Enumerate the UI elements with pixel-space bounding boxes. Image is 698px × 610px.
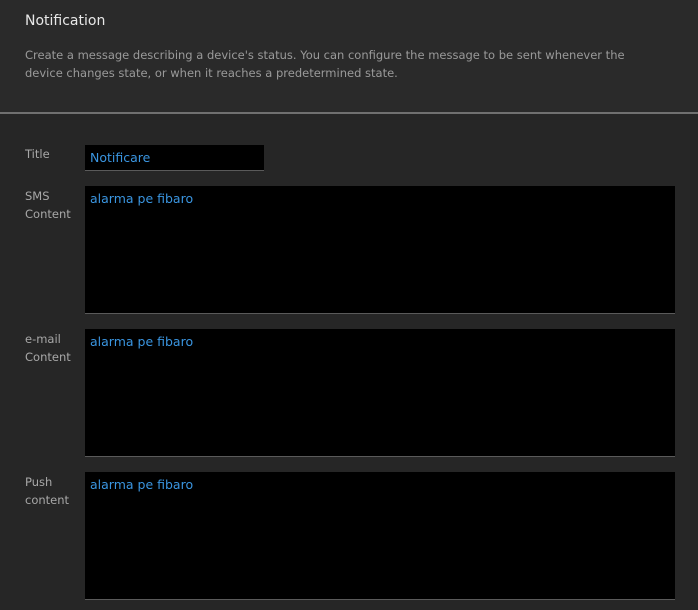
page-title: Notification	[25, 13, 106, 29]
sms-label-line1: SMS	[25, 189, 50, 203]
sms-label-line2: Content	[25, 207, 71, 221]
push-content-label: Push content	[25, 473, 69, 509]
email-content-label: e-mail Content	[25, 330, 71, 366]
notification-header: Notification Create a message describing…	[0, 0, 698, 112]
push-content-textarea[interactable]: alarma pe fibaro	[85, 472, 675, 600]
push-label-line2: content	[25, 493, 70, 507]
title-input[interactable]	[85, 145, 264, 171]
header-divider	[0, 112, 698, 114]
push-label-line1: Push	[25, 475, 53, 489]
email-label-line2: Content	[25, 350, 71, 364]
sms-content-label: SMS Content	[25, 187, 71, 223]
sms-content-textarea[interactable]: alarma pe fibaro	[85, 186, 675, 314]
email-content-textarea[interactable]: alarma pe fibaro	[85, 329, 675, 457]
email-label-line1: e-mail	[25, 332, 61, 346]
page-description: Create a message describing a device's s…	[25, 48, 625, 80]
title-label: Title	[25, 147, 50, 161]
